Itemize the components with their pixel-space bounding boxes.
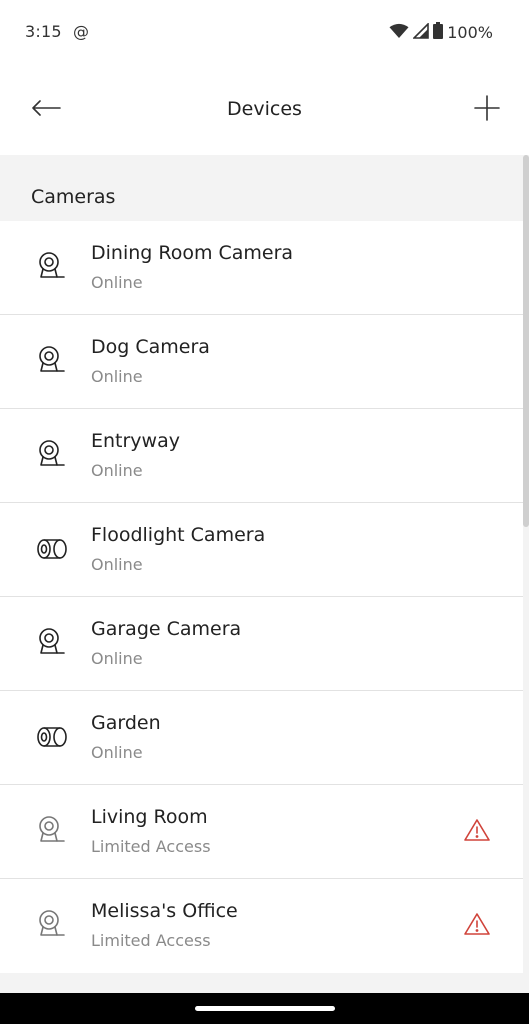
- device-list: Dining Room Camera Online Dog Camera Onl…: [0, 221, 523, 973]
- indoor-camera-icon: [36, 627, 68, 659]
- add-device-button[interactable]: [467, 88, 507, 132]
- home-gesture-handle[interactable]: [195, 1006, 335, 1011]
- system-navigation-bar: [0, 993, 529, 1024]
- scrollbar[interactable]: [523, 155, 529, 527]
- device-row[interactable]: Dining Room Camera Online: [0, 221, 523, 315]
- indoor-camera-icon: [36, 251, 68, 283]
- indoor-camera-icon: [36, 345, 68, 377]
- warning-icon[interactable]: [464, 818, 490, 842]
- device-name: Entryway: [91, 430, 180, 452]
- device-status: Online: [91, 649, 143, 668]
- battery-icon: [433, 22, 444, 43]
- device-status: Online: [91, 461, 143, 480]
- status-time: 3:15 @: [25, 22, 89, 41]
- device-status: Online: [91, 273, 143, 292]
- device-row[interactable]: Melissa's Office Limited Access: [0, 879, 523, 973]
- section-header-cameras: Cameras: [31, 186, 116, 208]
- device-row[interactable]: Living Room Limited Access: [0, 785, 523, 879]
- device-status: Online: [91, 743, 143, 762]
- device-status: Limited Access: [91, 837, 211, 856]
- indoor-camera-icon: [36, 439, 68, 471]
- page-title: Devices: [227, 98, 302, 120]
- device-name: Floodlight Camera: [91, 524, 266, 546]
- warning-icon[interactable]: [464, 912, 490, 936]
- device-name: Garage Camera: [91, 618, 242, 640]
- device-status: Online: [91, 555, 143, 574]
- device-name: Melissa's Office: [91, 900, 238, 922]
- floodlight-camera-icon: [36, 533, 68, 565]
- device-status: Limited Access: [91, 931, 211, 950]
- at-symbol: @: [73, 22, 90, 41]
- device-status: Online: [91, 367, 143, 386]
- device-name: Living Room: [91, 806, 208, 828]
- device-name: Dining Room Camera: [91, 242, 294, 264]
- status-icons: 100%: [389, 21, 493, 43]
- battery-percentage: 100%: [447, 23, 493, 42]
- device-row[interactable]: Dog Camera Online: [0, 315, 523, 409]
- device-row[interactable]: Floodlight Camera Online: [0, 503, 523, 597]
- app-bar: Devices: [0, 66, 529, 155]
- status-bar: 3:15 @ 100%: [0, 0, 529, 66]
- device-row[interactable]: Entryway Online: [0, 409, 523, 503]
- indoor-camera-icon: [36, 909, 68, 941]
- plus-icon: [474, 95, 500, 125]
- cellular-signal-icon: [412, 21, 430, 43]
- wifi-icon: [389, 23, 409, 43]
- clock-text: 3:15: [25, 22, 62, 41]
- device-row[interactable]: Garden Online: [0, 691, 523, 785]
- device-name: Dog Camera: [91, 336, 210, 358]
- floodlight-camera-icon: [36, 721, 68, 753]
- indoor-camera-icon: [36, 815, 68, 847]
- device-name: Garden: [91, 712, 161, 734]
- device-row[interactable]: Garage Camera Online: [0, 597, 523, 691]
